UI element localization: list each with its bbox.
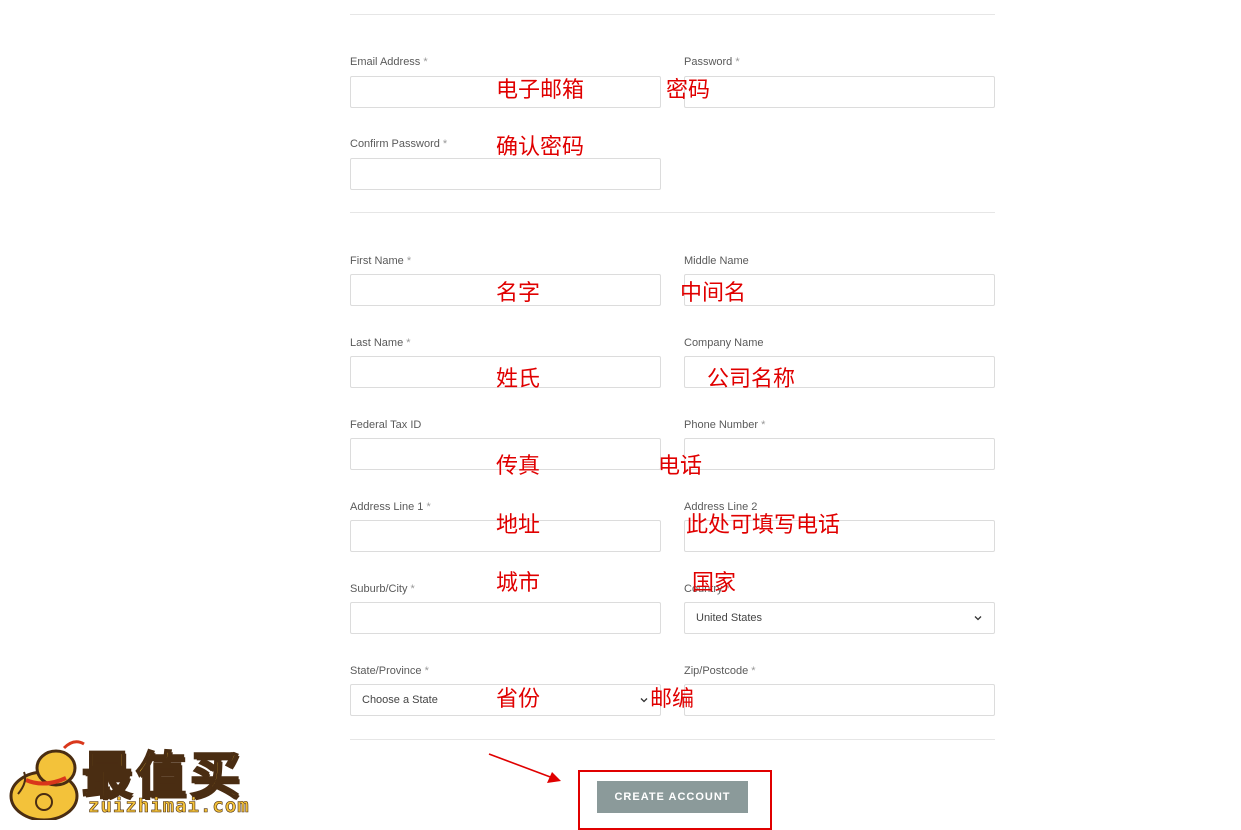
password-field[interactable] [684,76,995,108]
federal-tax-id-label: Federal Tax ID [350,419,422,431]
phone-number-label: Phone Number * [684,419,766,431]
annotation-fax: 传真 [496,454,541,479]
password-label: Password * [684,56,740,68]
annotation-confirm-password: 确认密码 [496,135,585,160]
annotation-address: 地址 [496,513,541,538]
city-field[interactable] [350,602,661,634]
state-label: State/Province * [350,665,429,677]
country-select[interactable]: United States [684,602,995,634]
arrow-icon [488,753,561,783]
annotation-country: 国家 [692,571,737,596]
annotation-middle-name: 中间名 [680,281,747,306]
annotation-address-line-2: 此处可填写电话 [686,513,841,538]
watermark-url: zuizhimai.com [88,795,250,818]
middle-name-label: Middle Name [684,255,749,267]
annotation-phone: 电话 [658,454,703,479]
annotation-state: 省份 [496,687,541,712]
state-selected-value: Choose a State [362,694,438,706]
chevron-down-icon [974,616,982,621]
first-name-label: First Name * [350,255,412,267]
annotation-zip: 邮编 [650,687,695,712]
annotation-first-name: 名字 [496,281,541,306]
last-name-label: Last Name * [350,337,411,349]
divider [350,739,995,740]
annotation-last-name: 姓氏 [496,367,541,392]
divider [350,212,995,213]
annotation-city: 城市 [496,571,541,596]
chevron-down-icon [640,698,648,703]
company-name-label: Company Name [684,337,764,349]
create-account-button[interactable]: CREATE ACCOUNT [597,781,748,813]
city-label: Suburb/City * [350,583,415,595]
zip-field[interactable] [684,684,995,716]
zip-label: Zip/Postcode * [684,665,756,677]
phone-number-field[interactable] [684,438,995,470]
confirm-password-label: Confirm Password * [350,138,448,150]
divider [350,14,995,15]
confirm-password-field[interactable] [350,158,661,190]
annotation-company-name: 公司名称 [707,367,796,392]
annotation-password: 密码 [666,78,711,103]
email-label: Email Address * [350,56,428,68]
address-line-2-label: Address Line 2 [684,501,758,513]
address-line-1-label: Address Line 1 * [350,501,431,513]
country-selected-value: United States [696,612,763,624]
annotation-email: 电子邮箱 [496,78,585,103]
